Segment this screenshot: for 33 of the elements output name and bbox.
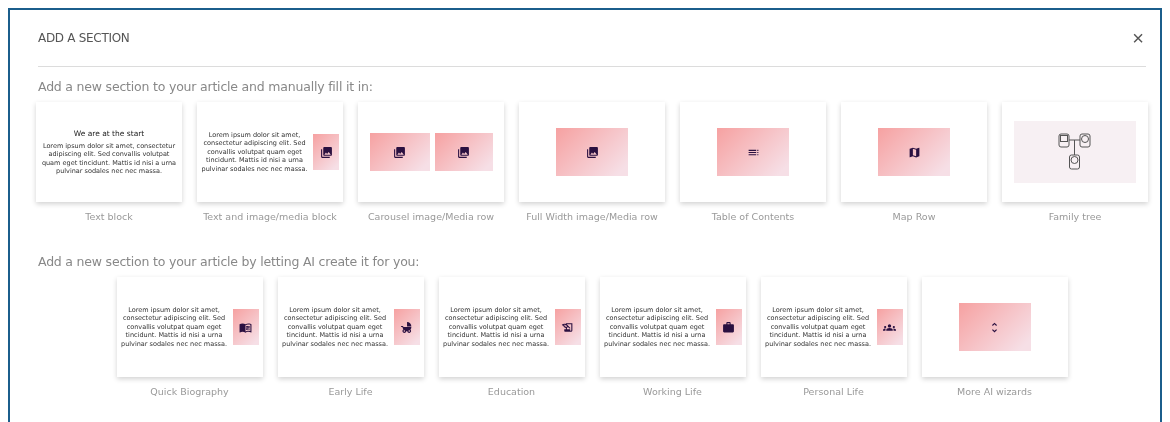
image-icon	[393, 145, 406, 159]
option-label: Table of Contents	[711, 211, 795, 222]
section-option-card[interactable]	[1002, 102, 1148, 202]
section-option-card[interactable]	[680, 102, 826, 202]
option-label: Personal Life	[803, 386, 864, 397]
stroller-icon	[400, 320, 413, 334]
section-option-card[interactable]	[921, 277, 1068, 377]
section-option-card[interactable]	[841, 102, 987, 202]
option-label: Full Width image/Media row	[526, 211, 658, 222]
option-label: Early Life	[328, 386, 373, 397]
option-label: Text and image/media block	[203, 211, 337, 222]
scroll-icon	[561, 320, 574, 334]
family-tree-icon	[1058, 133, 1092, 171]
option-label: Text block	[85, 211, 133, 222]
option-label: Family tree	[1048, 211, 1102, 222]
option-label: More AI wizards	[957, 386, 1032, 397]
option-label: Working Life	[643, 386, 702, 397]
option-label: Map Row	[892, 211, 936, 222]
option-label: Carousel image/Media row	[367, 211, 495, 222]
book-icon	[239, 320, 252, 334]
image-icon	[457, 145, 470, 159]
close-button[interactable]: ×	[1130, 28, 1146, 48]
image-icon	[319, 145, 333, 159]
image-icon	[585, 145, 599, 159]
section-option-card[interactable]	[358, 102, 504, 202]
option-label: Education	[487, 386, 536, 397]
section-option-card[interactable]	[519, 102, 665, 202]
dialog-title: ADD A SECTION	[38, 31, 130, 45]
option-label: Quick Biography	[150, 386, 229, 397]
map-icon	[907, 145, 921, 159]
section-heading: Add a new section to your article by letting AI create it for you:	[38, 254, 421, 269]
section-heading: Add a new section to your article and manually fill it in:	[38, 79, 374, 94]
briefcase-icon	[722, 320, 735, 334]
